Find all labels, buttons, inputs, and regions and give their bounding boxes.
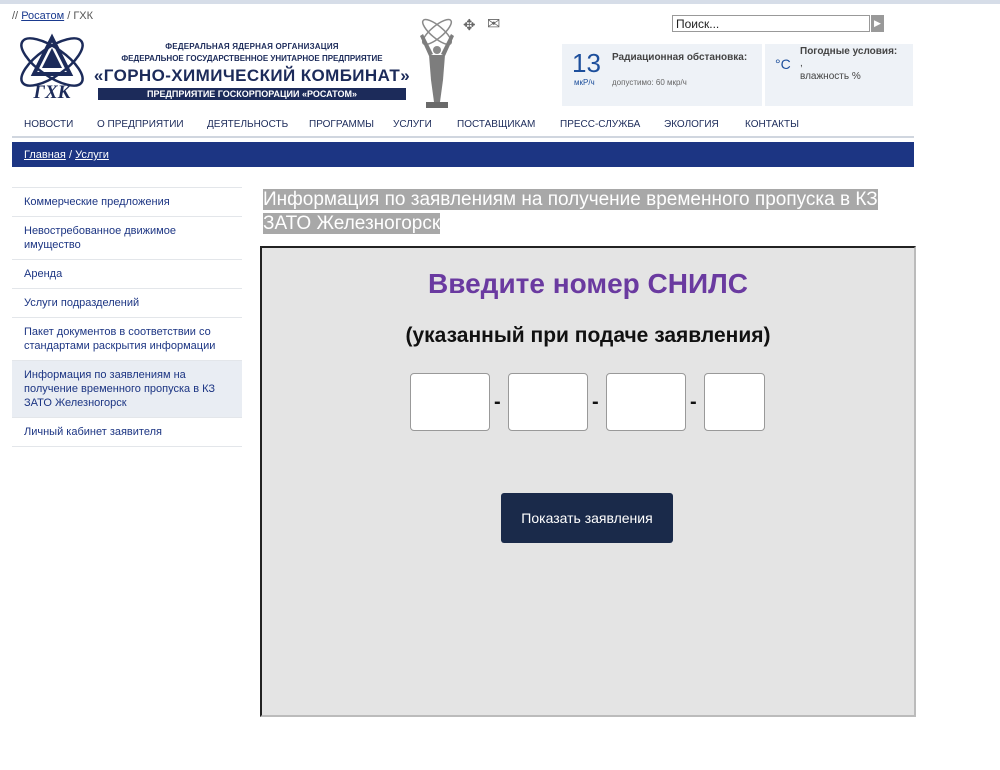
sidebar-item-commercial[interactable]: Коммерческие предложения bbox=[12, 187, 242, 216]
breadcrumb-bar: Главная / Услуги bbox=[12, 142, 914, 167]
page-title: Информация по заявлениям на получение вр… bbox=[263, 188, 915, 236]
radiation-unit: мкР/ч bbox=[574, 78, 595, 87]
mail-icon[interactable]: ✉ bbox=[487, 14, 500, 34]
form-heading: Введите номер СНИЛС bbox=[428, 268, 748, 299]
rosatom-link[interactable]: Росатом bbox=[21, 10, 64, 22]
arrow-right-icon: ▶ bbox=[874, 18, 881, 28]
sidebar-item-movable-property[interactable]: Невостребованное движимое имущество bbox=[12, 216, 242, 259]
snils-separator-2: - bbox=[592, 391, 599, 413]
sidebar-item-personal-cabinet[interactable]: Личный кабинет заявителя bbox=[12, 417, 242, 447]
radiation-title: Радиационная обстановка: bbox=[612, 52, 748, 63]
snils-field-3[interactable] bbox=[606, 373, 686, 431]
radiation-value: 13 bbox=[572, 48, 601, 78]
nav-contacts[interactable]: КОНТАКТЫ bbox=[745, 119, 799, 130]
breadcrumb-current: ГХК bbox=[73, 10, 94, 22]
search-submit-button[interactable]: ▶ bbox=[871, 15, 884, 32]
snils-field-1[interactable] bbox=[410, 373, 490, 431]
nav-press[interactable]: ПРЕСС-СЛУЖБА bbox=[560, 119, 640, 130]
logo-text: ГХК bbox=[32, 82, 71, 103]
nav-news[interactable]: НОВОСТИ bbox=[24, 119, 73, 130]
weather-title: Погодные условия: bbox=[800, 46, 898, 57]
company-logo[interactable]: ГХК bbox=[12, 24, 92, 104]
sidebar-item-pass-info[interactable]: Информация по заявлениям на получение вр… bbox=[12, 360, 242, 417]
breadcrumb-prefix: // bbox=[12, 10, 19, 22]
page-title-text: Информация по заявлениям на получение вр… bbox=[263, 189, 878, 234]
show-applications-button[interactable]: Показать заявления bbox=[501, 493, 673, 543]
radiation-widget: 13 мкР/ч Радиационная обстановка: допуст… bbox=[562, 44, 762, 106]
weather-humidity: влажность % bbox=[800, 71, 861, 82]
form-subheading: (указанный при подаче заявления) bbox=[405, 324, 771, 347]
snils-separator-3: - bbox=[690, 391, 697, 413]
main-navigation: НОВОСТИ О ПРЕДПРИЯТИИ ДЕЯТЕЛЬНОСТЬ ПРОГР… bbox=[12, 112, 914, 138]
sidebar-menu: Коммерческие предложения Невостребованно… bbox=[12, 187, 242, 447]
snils-field-4[interactable] bbox=[704, 373, 765, 431]
org-line-3: «ГОРНО-ХИМИЧЕСКИЙ КОМБИНАТ» bbox=[93, 66, 411, 85]
nav-programs[interactable]: ПРОГРАММЫ bbox=[309, 119, 374, 130]
weather-unit: °C bbox=[775, 56, 791, 72]
nav-ecology[interactable]: ЭКОЛОГИЯ bbox=[664, 119, 719, 130]
nav-about[interactable]: О ПРЕДПРИЯТИИ bbox=[97, 119, 184, 130]
breadcrumb-services-link[interactable]: Услуги bbox=[75, 149, 109, 161]
org-line-4: ПРЕДПРИЯТИЕ ГОСКОРПОРАЦИИ «РОСАТОМ» bbox=[98, 88, 406, 100]
search-input[interactable] bbox=[672, 15, 870, 32]
top-breadcrumb: // Росатом / ГХК bbox=[12, 10, 93, 22]
snils-field-2[interactable] bbox=[508, 373, 588, 431]
radiation-allowed: допустимо: 60 мкр/ч bbox=[612, 78, 687, 87]
statue-image bbox=[420, 18, 454, 108]
sidebar-item-department-services[interactable]: Услуги подразделений bbox=[12, 288, 242, 317]
breadcrumb: Главная / Услуги bbox=[24, 149, 109, 161]
sidebar-item-rent[interactable]: Аренда bbox=[12, 259, 242, 288]
sidebar-item-documents[interactable]: Пакет документов в соответствии со станд… bbox=[12, 317, 242, 360]
nav-services[interactable]: УСЛУГИ bbox=[393, 119, 432, 130]
org-line-1: ФЕДЕРАЛЬНАЯ ЯДЕРНАЯ ОРГАНИЗАЦИЯ bbox=[165, 42, 339, 51]
move-icon[interactable]: ✥ bbox=[463, 16, 476, 34]
snils-form-panel: Введите номер СНИЛС (указанный при подач… bbox=[260, 246, 916, 717]
snils-separator-1: - bbox=[494, 391, 501, 413]
nav-suppliers[interactable]: ПОСТАВЩИКАМ bbox=[457, 119, 535, 130]
breadcrumb-separator: / bbox=[68, 149, 72, 161]
organization-name: ФЕДЕРАЛЬНАЯ ЯДЕРНАЯ ОРГАНИЗАЦИЯ ФЕДЕРАЛЬ… bbox=[92, 42, 412, 100]
breadcrumb-home-link[interactable]: Главная bbox=[24, 149, 66, 161]
nav-activity[interactable]: ДЕЯТЕЛЬНОСТЬ bbox=[207, 119, 288, 130]
top-line bbox=[0, 0, 1000, 4]
weather-value: , bbox=[800, 58, 803, 69]
org-line-2: ФЕДЕРАЛЬНОЕ ГОСУДАРСТВЕННОЕ УНИТАРНОЕ ПР… bbox=[121, 54, 383, 63]
weather-widget: °C Погодные условия: , влажность % bbox=[765, 44, 913, 106]
breadcrumb-separator: / bbox=[67, 10, 71, 22]
